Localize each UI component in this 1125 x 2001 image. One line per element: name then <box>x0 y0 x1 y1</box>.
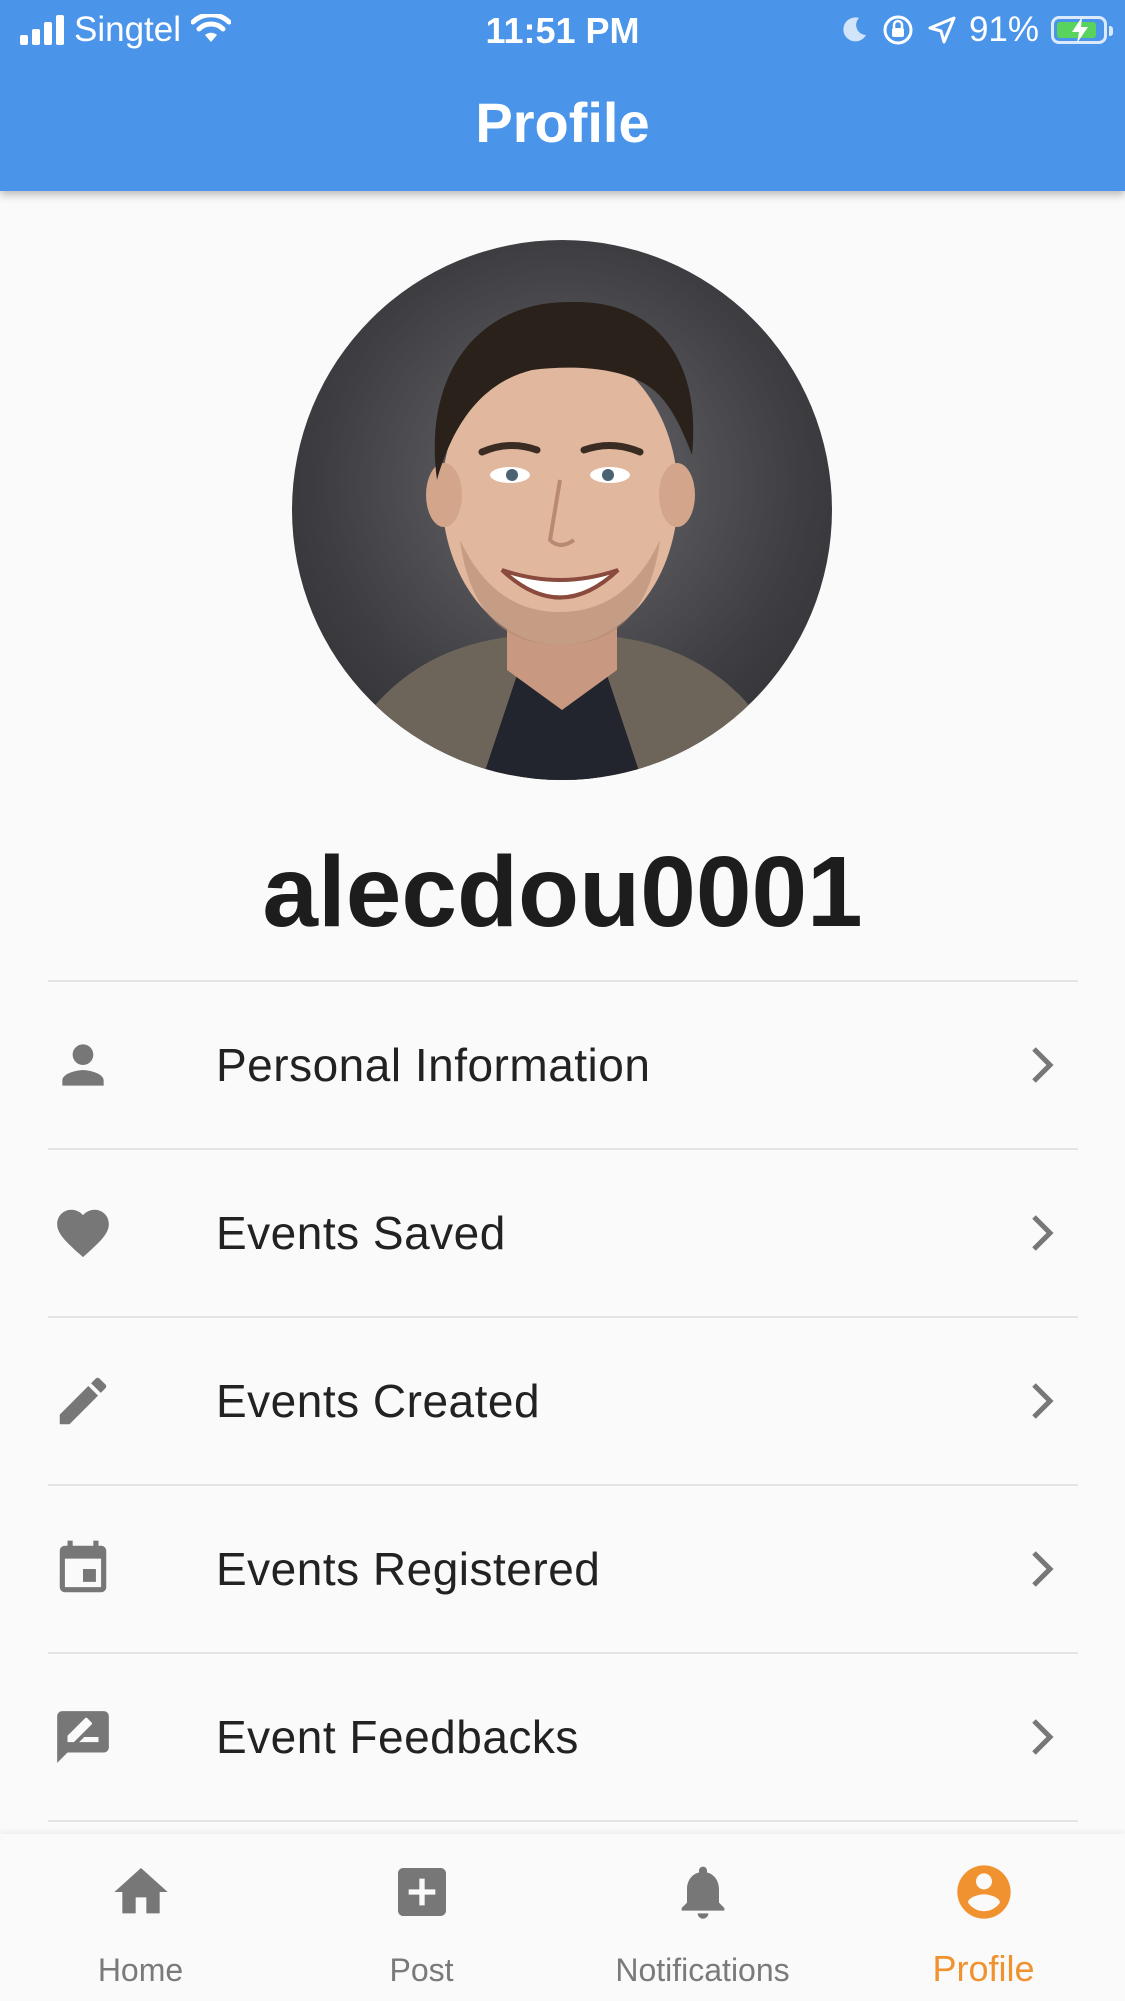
avatar[interactable] <box>292 240 832 780</box>
home-icon <box>113 1868 168 1914</box>
tab-label: Notifications <box>615 1952 790 1988</box>
tab-label: Home <box>97 1952 184 1988</box>
account-circle-icon <box>956 1865 1011 1919</box>
calendar-icon <box>59 1540 107 1593</box>
chevron-right-icon <box>1032 1047 1054 1083</box>
moon-icon <box>843 17 866 42</box>
pencil-icon <box>59 1377 107 1425</box>
menu-item-label: Events Registered <box>216 1543 601 1595</box>
app-header: Singtel 11:51 PM 91% Profile <box>0 0 1125 191</box>
chevron-right-icon <box>1032 1383 1054 1419</box>
tab-post[interactable]: Post <box>281 1834 562 2001</box>
tab-home[interactable]: Home <box>0 1834 281 2001</box>
menu-item-event-feedbacks[interactable]: Event Feedbacks <box>48 1654 1078 1822</box>
bottom-tab-bar: Home Post Notifications Profile <box>0 1834 1125 2001</box>
profile-menu: Personal Information Events Saved Events… <box>48 980 1078 1822</box>
menu-item-label: Personal Information <box>216 1039 651 1091</box>
menu-item-label: Event Feedbacks <box>216 1711 579 1763</box>
battery-icon <box>1051 16 1113 44</box>
chevron-right-icon <box>1032 1215 1054 1251</box>
battery-percent: 91% <box>968 10 1039 49</box>
menu-item-events-created[interactable]: Events Created <box>48 1318 1078 1486</box>
menu-item-label: Events Saved <box>216 1207 506 1259</box>
bell-icon <box>681 1866 724 1919</box>
heart-icon <box>57 1209 109 1258</box>
chevron-right-icon <box>1032 1719 1054 1755</box>
menu-item-events-saved[interactable]: Events Saved <box>48 1150 1078 1318</box>
orientation-lock-icon <box>883 15 913 45</box>
add-box-icon <box>397 1868 446 1916</box>
menu-item-label: Events Created <box>216 1375 541 1427</box>
avatar-photo <box>332 301 792 780</box>
tab-profile[interactable]: Profile <box>843 1834 1124 2001</box>
page-title: Profile <box>475 91 650 154</box>
chevron-right-icon <box>1032 1551 1054 1587</box>
menu-item-personal-information[interactable]: Personal Information <box>48 982 1078 1150</box>
feedback-icon <box>57 1711 109 1763</box>
tab-label: Post <box>389 1952 454 1988</box>
menu-item-events-registered[interactable]: Events Registered <box>48 1486 1078 1654</box>
tab-notifications[interactable]: Notifications <box>562 1834 843 2001</box>
person-icon <box>62 1044 104 1086</box>
status-bar: Singtel 11:51 PM 91% <box>0 0 1125 62</box>
tab-label: Profile <box>932 1948 1035 1989</box>
username: alecdou0001 <box>262 836 863 948</box>
location-arrow-icon <box>928 16 956 44</box>
status-right: 91% <box>839 10 1113 50</box>
